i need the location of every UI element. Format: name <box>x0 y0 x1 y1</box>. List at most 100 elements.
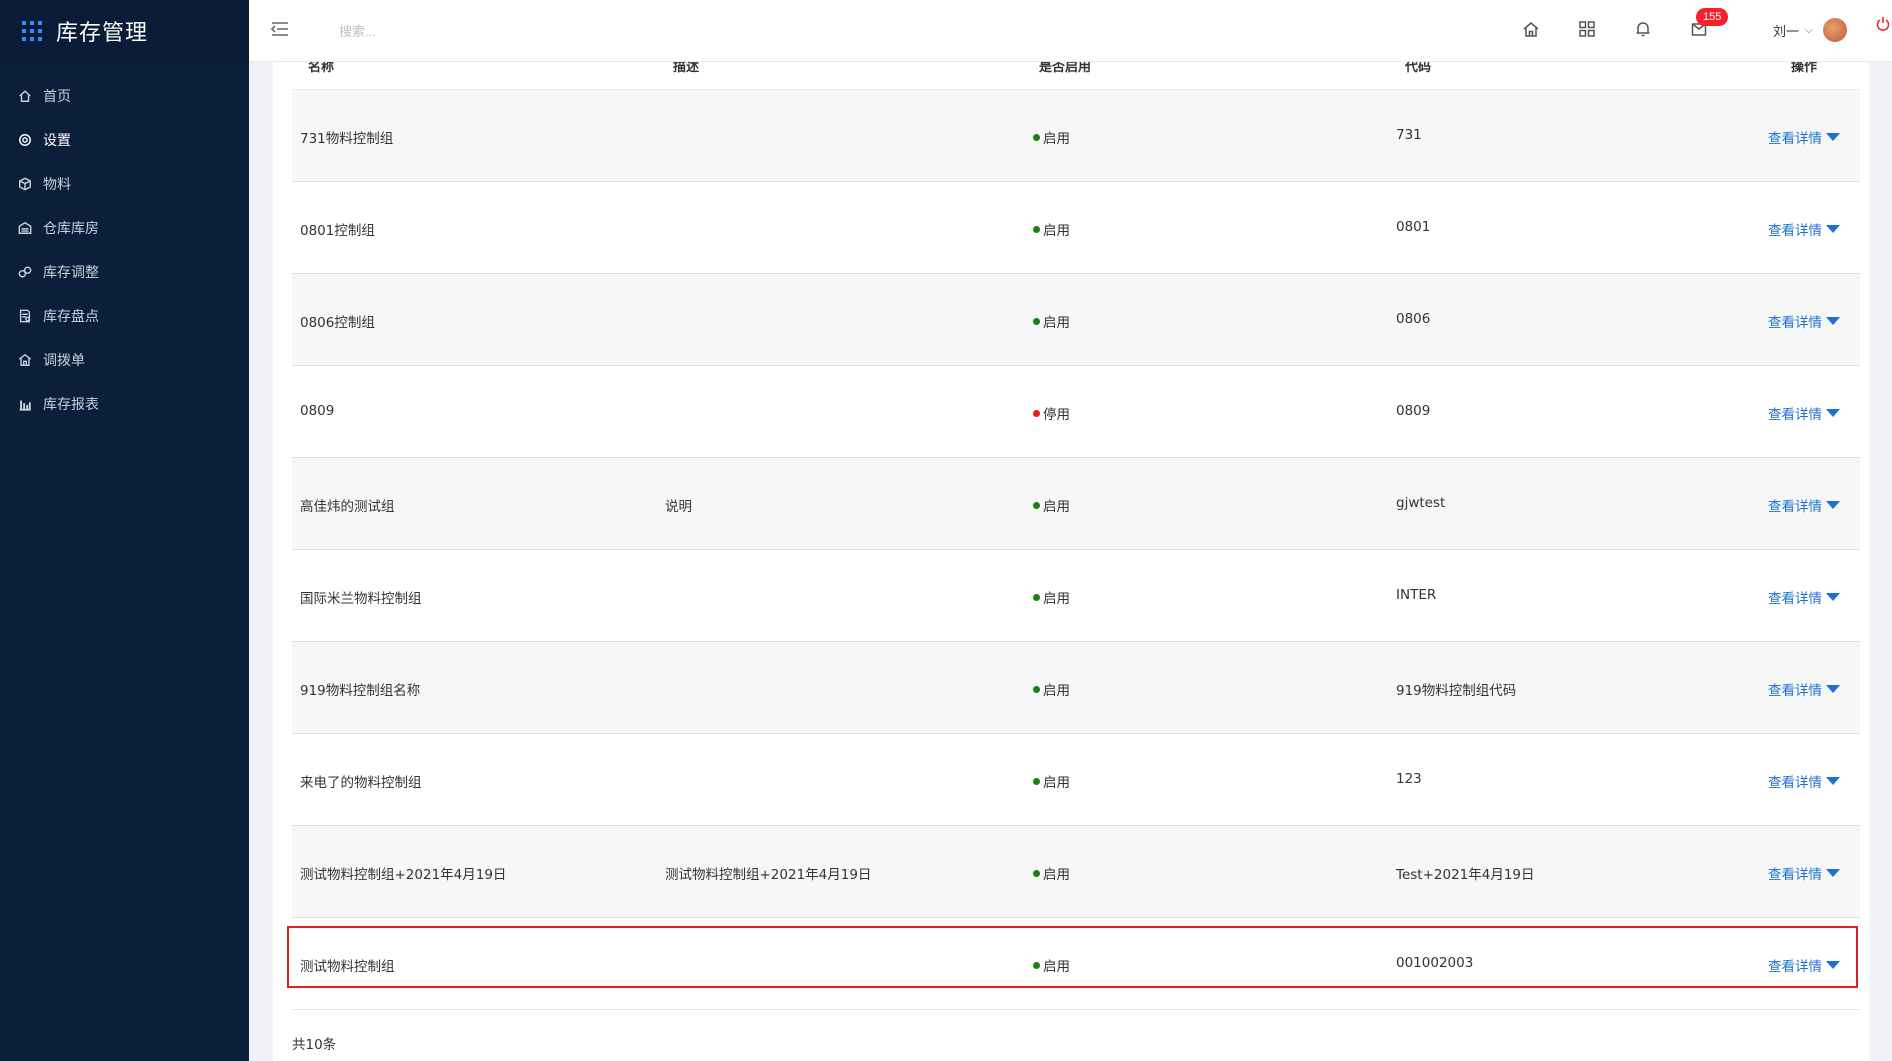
cell-name: 高佳炜的测试组 <box>300 499 395 515</box>
cell-code: 001002003 <box>1396 955 1474 971</box>
inventory-check-icon <box>17 308 33 324</box>
view-details-label: 查看详情 <box>1768 683 1822 699</box>
sidebar: 库存管理 首页 设置 物料 仓库库房 库存调整 库存盘点 调拨单 库存报表 <box>0 0 249 1061</box>
cell-name: 0806控制组 <box>300 315 375 331</box>
app-title: 库存管理 <box>56 21 149 46</box>
cell-code: 0809 <box>1396 403 1431 419</box>
view-details-link[interactable]: 查看详情 <box>1768 495 1840 515</box>
menu-collapse-icon[interactable] <box>270 21 289 37</box>
bar-chart-icon <box>17 396 33 412</box>
status-label: 停用 <box>1043 407 1070 423</box>
status-dot-icon <box>1033 133 1040 141</box>
cell-name: 来电了的物料控制组 <box>300 775 422 791</box>
notification-badge: 155 <box>1696 8 1729 26</box>
avatar <box>1822 18 1847 42</box>
cell-code: 0801 <box>1396 219 1431 235</box>
sidebar-item-material[interactable]: 物料 <box>0 162 249 206</box>
view-details-label: 查看详情 <box>1768 131 1822 147</box>
apps-grid-icon[interactable] <box>1578 20 1598 40</box>
view-details-link[interactable]: 查看详情 <box>1768 219 1840 239</box>
sidebar-item-warehouse[interactable]: 仓库库房 <box>0 206 249 250</box>
table-row: 国际米兰物料控制组 启用 INTER 查看详情 <box>292 550 1860 642</box>
total-count: 共10条 <box>292 1037 337 1053</box>
status-dot-icon <box>1033 961 1040 969</box>
sidebar-item-stock-adjust[interactable]: 库存调整 <box>0 250 249 294</box>
cell-name: 测试物料控制组+2021年4月19日 <box>300 867 507 883</box>
cell-name: 国际米兰物料控制组 <box>300 591 422 607</box>
caret-down-icon <box>1826 409 1840 417</box>
status-label: 启用 <box>1043 315 1070 331</box>
cell-code: 0806 <box>1396 311 1431 327</box>
cell-code: 919物料控制组代码 <box>1396 683 1517 699</box>
sidebar-item-settings[interactable]: 设置 <box>0 118 249 162</box>
status-label: 启用 <box>1043 499 1070 515</box>
user-menu[interactable]: 刘一 ⌵ <box>1773 18 1847 42</box>
view-details-label: 查看详情 <box>1768 223 1822 239</box>
cell-status: 启用 <box>1033 955 1070 975</box>
view-details-label: 查看详情 <box>1768 407 1822 423</box>
view-details-link[interactable]: 查看详情 <box>1768 587 1840 607</box>
cell-status: 启用 <box>1033 679 1070 699</box>
search-input[interactable] <box>339 18 639 44</box>
cell-code: 123 <box>1396 771 1422 787</box>
view-details-link[interactable]: 查看详情 <box>1768 771 1840 791</box>
column-header-op: 操作 <box>1791 62 1818 75</box>
table-row: 测试物料控制组 启用 001002003 查看详情 <box>292 918 1860 1010</box>
cell-status: 停用 <box>1033 403 1070 423</box>
status-label: 启用 <box>1043 131 1070 147</box>
sidebar-item-transfer[interactable]: 调拨单 <box>0 338 249 382</box>
cell-status: 启用 <box>1033 495 1070 515</box>
table-row: 731物料控制组 启用 731 查看详情 <box>292 90 1860 182</box>
caret-down-icon <box>1826 869 1840 877</box>
status-label: 启用 <box>1043 223 1070 239</box>
message-icon[interactable]: 155 <box>1690 8 1729 40</box>
apps-grid-icon <box>22 21 42 41</box>
view-details-link[interactable]: 查看详情 <box>1768 311 1840 331</box>
topbar: 155 刘一 ⌵ <box>249 0 1892 62</box>
caret-down-icon <box>1826 777 1840 785</box>
table-row: 高佳炜的测试组 说明 启用 gjwtest 查看详情 <box>292 458 1860 550</box>
sidebar-item-home[interactable]: 首页 <box>0 74 249 118</box>
status-label: 启用 <box>1043 775 1070 791</box>
table-row: 0801控制组 启用 0801 查看详情 <box>292 182 1860 274</box>
table-header: 名称 描述 是否启用 代码 操作 <box>292 62 1860 90</box>
brand[interactable]: 库存管理 <box>0 0 249 62</box>
material-control-group-table: 名称 描述 是否启用 代码 操作 731物料控制组 启用 731 查看详情 0801控制… <box>292 62 1860 1010</box>
column-header-code: 代码 <box>1405 62 1432 75</box>
bell-icon[interactable] <box>1634 20 1654 40</box>
cell-status: 启用 <box>1033 863 1070 883</box>
gear-icon <box>17 132 33 148</box>
cell-desc: 测试物料控制组+2021年4月19日 <box>665 867 872 883</box>
sidebar-item-stock-report[interactable]: 库存报表 <box>0 382 249 426</box>
transfer-icon <box>17 352 33 368</box>
warehouse-icon <box>17 220 33 236</box>
view-details-label: 查看详情 <box>1768 867 1822 883</box>
adjust-icon <box>17 264 33 280</box>
table-row: 来电了的物料控制组 启用 123 查看详情 <box>292 734 1860 826</box>
view-details-link[interactable]: 查看详情 <box>1768 403 1840 423</box>
status-label: 启用 <box>1043 867 1070 883</box>
view-details-link[interactable]: 查看详情 <box>1768 127 1840 147</box>
table-row: 0809 停用 0809 查看详情 <box>292 366 1860 458</box>
power-icon[interactable] <box>1876 16 1890 32</box>
view-details-link[interactable]: 查看详情 <box>1768 863 1840 883</box>
sidebar-item-label: 调拨单 <box>43 353 85 369</box>
table-row: 0806控制组 启用 0806 查看详情 <box>292 274 1860 366</box>
view-details-link[interactable]: 查看详情 <box>1768 955 1840 975</box>
sidebar-item-stock-count[interactable]: 库存盘点 <box>0 294 249 338</box>
cell-name: 919物料控制组名称 <box>300 683 421 699</box>
sidebar-item-label: 设置 <box>43 133 71 149</box>
caret-down-icon <box>1826 501 1840 509</box>
status-dot-icon <box>1033 409 1040 417</box>
caret-down-icon <box>1826 317 1840 325</box>
status-label: 启用 <box>1043 959 1070 975</box>
view-details-label: 查看详情 <box>1768 775 1822 791</box>
sidebar-item-label: 库存调整 <box>43 265 99 281</box>
table-row: 919物料控制组名称 启用 919物料控制组代码 查看详情 <box>292 642 1860 734</box>
caret-down-icon <box>1826 133 1840 141</box>
sidebar-item-label: 仓库库房 <box>43 221 99 237</box>
home-icon[interactable] <box>1522 20 1542 40</box>
status-label: 启用 <box>1043 683 1070 699</box>
cell-status: 启用 <box>1033 219 1070 239</box>
view-details-link[interactable]: 查看详情 <box>1768 679 1840 699</box>
